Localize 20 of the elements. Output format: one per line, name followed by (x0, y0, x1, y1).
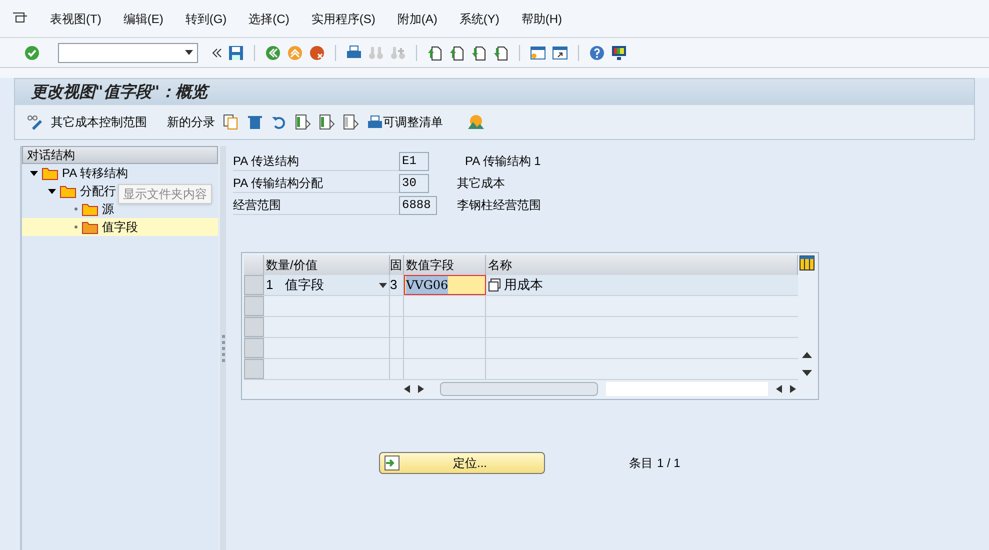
table-cell: 3 (390, 275, 404, 295)
cell-value: VVG06 (406, 276, 448, 294)
tree-item-label: 值字段 (102, 219, 138, 236)
table-cell-text: 用成本 (504, 276, 543, 294)
entry-count: 1 / 1 (657, 455, 680, 472)
field-label: 经营范围 (233, 195, 399, 215)
field-label: PA 传输结构分配 (233, 173, 399, 193)
field-description: 其它成本 (457, 175, 505, 192)
tree-item-label: PA 转移结构 (62, 165, 128, 182)
type-label: 值字段 (285, 276, 326, 294)
tree-item-label: 源 (102, 201, 114, 218)
entry-label: 条目 (629, 455, 653, 472)
window-title: 更改视图"值字段"：概览 (31, 81, 208, 103)
type-code: 1 (266, 276, 274, 294)
field-label: PA 传送结构 (233, 151, 399, 171)
field-description: 李钢柱经营范围 (457, 197, 541, 214)
tree-item-label: 分配行 (80, 183, 116, 200)
tree-header: 对话结构 (22, 146, 218, 164)
tooltip: 显示文件夹内容 (118, 184, 212, 204)
field-description: PA 传输结构 1 (465, 153, 541, 170)
